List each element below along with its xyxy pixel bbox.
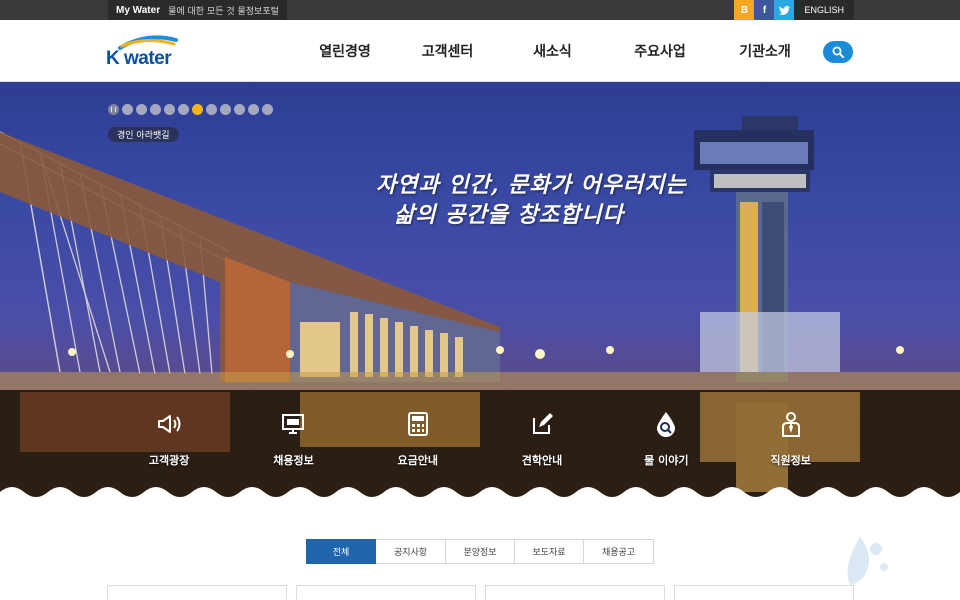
tab-press[interactable]: 보도자료 bbox=[515, 539, 584, 564]
board-card[interactable] bbox=[107, 585, 287, 600]
calculator-icon bbox=[404, 410, 432, 438]
mywater-portal-link[interactable]: My Water 물에 대한 모든 것 물정보포털 bbox=[108, 0, 287, 20]
quick-link-label: 직원정보 bbox=[770, 454, 811, 467]
nav-major-business[interactable]: 주요사업 bbox=[605, 20, 715, 82]
quick-link-label: 견학안내 bbox=[521, 454, 563, 467]
twitter-icon[interactable] bbox=[774, 0, 795, 20]
slogan-line-2: 삶의 공간을 창조합니다 bbox=[394, 202, 624, 228]
slide-dot[interactable] bbox=[220, 104, 231, 115]
person-tie-icon bbox=[777, 410, 805, 438]
mywater-tagline: 물에 대한 모든 것 물정보포털 bbox=[168, 6, 279, 17]
kwater-logo[interactable]: K water bbox=[106, 34, 178, 70]
water-drop-search-icon bbox=[652, 410, 680, 438]
nav-news[interactable]: 새소식 bbox=[500, 20, 605, 82]
quick-link-tour[interactable]: 견학안내 bbox=[480, 410, 604, 468]
pause-icon[interactable] bbox=[108, 104, 119, 115]
slide-dot[interactable] bbox=[164, 104, 175, 115]
nav-about[interactable]: 기관소개 bbox=[715, 20, 815, 82]
nav-open-management[interactable]: 열린경영 bbox=[295, 20, 395, 82]
quick-link-label: 물 이야기 bbox=[644, 454, 689, 467]
slide-dot[interactable] bbox=[178, 104, 189, 115]
main-navigation: 열린경영 고객센터 새소식 주요사업 기관소개 bbox=[295, 20, 815, 82]
megaphone-icon bbox=[155, 410, 183, 438]
tab-all[interactable]: 전체 bbox=[306, 539, 376, 564]
top-utility-bar: My Water 물에 대한 모든 것 물정보포털 B f ENGLISH bbox=[0, 0, 960, 20]
slide-dot[interactable] bbox=[206, 104, 217, 115]
slide-pager bbox=[108, 104, 273, 115]
slide-dot[interactable] bbox=[122, 104, 133, 115]
nav-customer-center[interactable]: 고객센터 bbox=[395, 20, 500, 82]
logo-wordmark: K water bbox=[106, 48, 172, 69]
pencil-note-icon bbox=[528, 410, 556, 438]
quick-link-water-story[interactable]: 물 이야기 bbox=[604, 410, 728, 468]
slogan-line-1: 자연과 인간, 문화가 어우러지는 bbox=[376, 172, 687, 198]
place-tag: 경인 아라뱃길 bbox=[108, 127, 179, 142]
board-cards bbox=[107, 585, 854, 600]
hero-slider: 경인 아라뱃길 자연과 인간, 문화가 어우러지는 삶의 공간을 창조합니다 고… bbox=[0, 82, 960, 507]
social-links: B f ENGLISH bbox=[734, 0, 854, 20]
search-icon bbox=[832, 46, 844, 58]
board-section: 전체 공지사항 분양정보 보도자료 채용공고 bbox=[0, 507, 960, 600]
slide-dot[interactable] bbox=[234, 104, 245, 115]
monitor-icon bbox=[279, 410, 307, 438]
tab-sale-info[interactable]: 분양정보 bbox=[446, 539, 515, 564]
slide-dot[interactable] bbox=[248, 104, 259, 115]
quick-link-label: 고객광장 bbox=[148, 454, 190, 467]
site-header: K water 열린경영 고객센터 새소식 주요사업 기관소개 bbox=[0, 20, 960, 82]
tab-notice[interactable]: 공지사항 bbox=[376, 539, 446, 564]
slide-dot-active[interactable] bbox=[192, 104, 203, 115]
search-button[interactable] bbox=[823, 41, 853, 63]
quick-link-label: 채용정보 bbox=[273, 454, 314, 467]
hero-slogan: 자연과 인간, 문화가 어우러지는 삶의 공간을 창조합니다 bbox=[376, 170, 687, 230]
quick-link-staff-info[interactable]: 직원정보 bbox=[728, 410, 852, 468]
language-english-link[interactable]: ENGLISH bbox=[794, 0, 854, 20]
quick-link-label: 요금안내 bbox=[397, 454, 438, 467]
board-tabs: 전체 공지사항 분양정보 보도자료 채용공고 bbox=[306, 539, 654, 564]
quick-link-recruitment[interactable]: 채용정보 bbox=[231, 410, 355, 468]
board-card[interactable] bbox=[485, 585, 665, 600]
mywater-brand: My Water bbox=[116, 4, 161, 16]
slide-dot[interactable] bbox=[262, 104, 273, 115]
blog-icon[interactable]: B bbox=[734, 0, 755, 20]
quick-link-rates[interactable]: 요금안내 bbox=[356, 410, 480, 468]
quick-links: 고객광장 채용정보 요금안내 견학안내 물 이야기 직원정보 bbox=[107, 410, 853, 468]
board-card[interactable] bbox=[296, 585, 476, 600]
tab-recruitment[interactable]: 채용공고 bbox=[584, 539, 654, 564]
board-card[interactable] bbox=[674, 585, 854, 600]
slide-dot[interactable] bbox=[136, 104, 147, 115]
slide-dot[interactable] bbox=[150, 104, 161, 115]
quick-link-customer-plaza[interactable]: 고객광장 bbox=[107, 410, 231, 468]
facebook-icon[interactable]: f bbox=[754, 0, 775, 20]
